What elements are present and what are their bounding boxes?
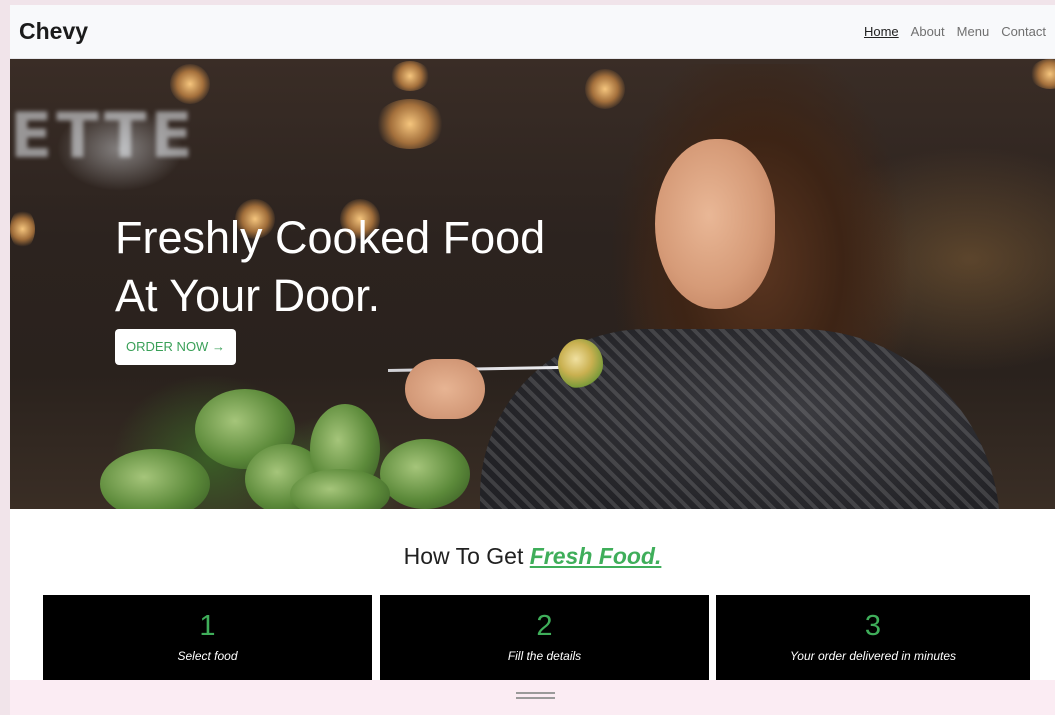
hero-bokeh-light xyxy=(390,61,430,91)
step-card-2: 2 Fill the details xyxy=(380,595,709,685)
nav-link-menu[interactable]: Menu xyxy=(957,24,990,39)
hero-person-face xyxy=(655,139,775,309)
hero-person-hand xyxy=(405,359,485,419)
nav-link-about[interactable]: About xyxy=(911,24,945,39)
hero-title-line-2: At Your Door. xyxy=(115,270,381,321)
hero-bokeh-light xyxy=(170,64,210,104)
steps-title: How To Get Fresh Food. xyxy=(10,543,1055,570)
arrow-right-icon: → xyxy=(211,339,225,354)
hero-plant-leaf xyxy=(380,439,470,509)
hero-section: ETTE Freshly Cooked Food At Your Door. O… xyxy=(10,59,1055,509)
drag-handle-icon[interactable] xyxy=(516,692,555,701)
navbar: Chevy Home About Menu Contact xyxy=(10,5,1055,59)
bottom-drawer-bar[interactable] xyxy=(10,680,1055,715)
page-frame: Chevy Home About Menu Contact ETTE Fresh… xyxy=(10,5,1055,715)
hero-bokeh-light xyxy=(375,99,445,149)
hero-food xyxy=(558,339,603,389)
nav-link-contact[interactable]: Contact xyxy=(1001,24,1046,39)
order-now-button[interactable]: ORDER NOW → xyxy=(115,329,236,365)
hero-bokeh-light xyxy=(10,209,35,249)
step-label: Fill the details xyxy=(507,649,582,663)
order-now-label: ORDER NOW xyxy=(126,339,209,354)
hero-bokeh-light xyxy=(1030,59,1055,89)
step-label: Your order delivered in minutes xyxy=(789,649,957,663)
brand-logo[interactable]: Chevy xyxy=(19,18,88,45)
step-number: 3 xyxy=(864,610,882,642)
hero-plant-leaf xyxy=(100,449,210,509)
hero-title: Freshly Cooked Food At Your Door. xyxy=(115,209,545,325)
nav-link-home[interactable]: Home xyxy=(864,24,899,39)
step-number: 2 xyxy=(536,610,553,642)
steps-title-prefix: How To Get xyxy=(403,543,524,569)
hero-background-sign: ETTE xyxy=(10,99,197,172)
step-label: Select food xyxy=(177,649,238,663)
hero-title-line-1: Freshly Cooked Food xyxy=(115,212,546,263)
nav-links: Home About Menu Contact xyxy=(864,24,1046,39)
steps-title-highlight: Fresh Food. xyxy=(529,543,662,569)
step-card-1: 1 Select food xyxy=(43,595,372,685)
step-card-3: 3 Your order delivered in minutes xyxy=(716,595,1030,685)
hero-plant-leaf xyxy=(290,469,390,509)
step-number: 1 xyxy=(199,610,216,642)
